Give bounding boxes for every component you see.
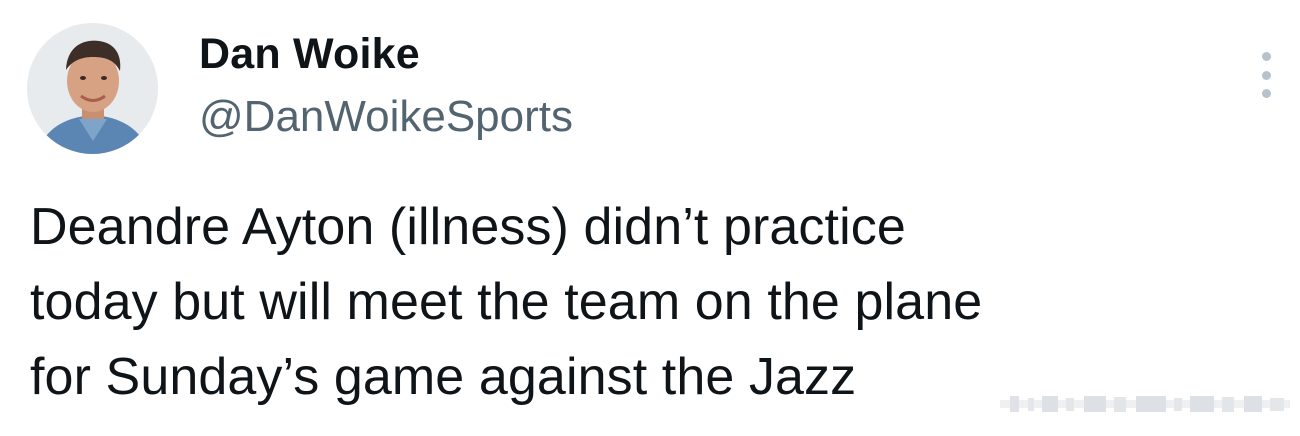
more-dot xyxy=(1261,52,1271,61)
author-display-name[interactable]: Dan Woike xyxy=(199,30,420,79)
more-dot xyxy=(1261,70,1271,80)
watermark xyxy=(1000,396,1290,412)
avatar[interactable] xyxy=(27,23,158,154)
tweet-text: Deandre Ayton (illness) didn’t practice … xyxy=(30,190,1260,415)
more-dot xyxy=(1261,89,1271,98)
avatar-photo xyxy=(27,23,158,154)
more-vertical-icon[interactable] xyxy=(1251,52,1281,98)
tweet-line: Deandre Ayton (illness) didn’t practice xyxy=(30,198,906,256)
author-handle[interactable]: @DanWoikeSports xyxy=(199,92,573,142)
tweet-line: today but will meet the team on the plan… xyxy=(30,273,983,331)
